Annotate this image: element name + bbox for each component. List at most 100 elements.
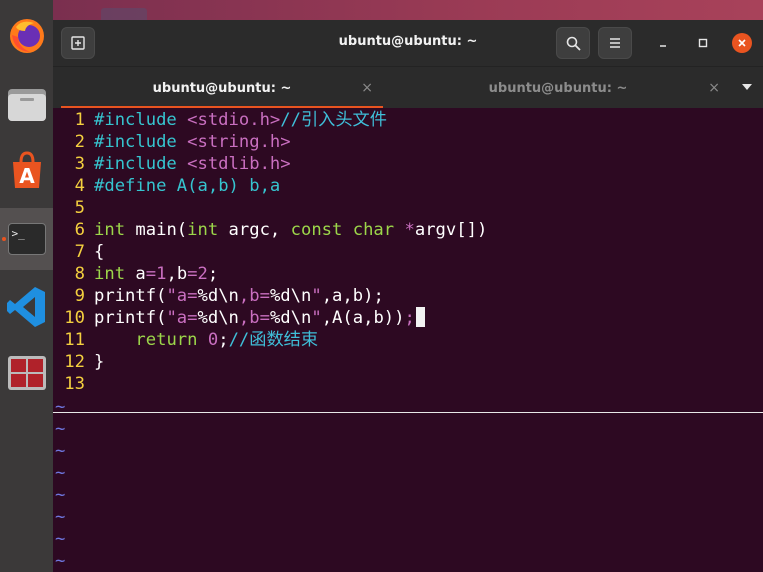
tab-label: ubuntu@ubuntu: ~ bbox=[152, 80, 292, 96]
files-icon bbox=[7, 89, 46, 121]
line-number: 10 bbox=[64, 308, 85, 328]
cursorline-underline bbox=[53, 412, 763, 413]
code-text: ; bbox=[218, 330, 229, 350]
svg-text:A: A bbox=[19, 164, 35, 188]
code-header: <stdio.h> bbox=[187, 110, 281, 130]
dock: A >_ bbox=[0, 0, 53, 572]
code-keyword: int bbox=[94, 264, 126, 284]
firefox-icon bbox=[9, 19, 44, 53]
close-icon bbox=[738, 39, 746, 47]
software-icon: A bbox=[12, 151, 41, 188]
terminal-content[interactable]: 1 #include <stdio.h>//引入头文件 2 #include <st… bbox=[53, 108, 763, 572]
code-header: <stdlib.h> bbox=[187, 154, 291, 174]
empty-line-marker: ~ bbox=[55, 529, 66, 549]
search-button[interactable] bbox=[556, 27, 590, 59]
line-number: 8 bbox=[74, 264, 85, 284]
code-format: %d bbox=[197, 286, 219, 306]
close-window-button[interactable] bbox=[732, 33, 752, 53]
line-number: 11 bbox=[64, 330, 85, 350]
code-text: } bbox=[94, 352, 105, 372]
code-escape: \n bbox=[218, 286, 239, 306]
line-number: 2 bbox=[74, 132, 85, 152]
code-string: "a= bbox=[166, 308, 198, 328]
empty-line-marker: ~ bbox=[55, 441, 66, 461]
code-directive: #include bbox=[94, 154, 188, 174]
dock-item-software[interactable]: A bbox=[0, 146, 53, 194]
code-text: main( bbox=[125, 220, 188, 240]
code-line-current: 10 printf("a=%d\n,b=%d\n",A(a,b)); bbox=[53, 307, 425, 329]
code-format: %d bbox=[197, 308, 219, 328]
desktop-wallpaper bbox=[53, 0, 763, 22]
empty-line-marker: ~ bbox=[55, 419, 66, 439]
code-line: 13 bbox=[53, 373, 85, 395]
code-line: 9 printf("a=%d\n,b=%d\n",a,b); bbox=[53, 285, 384, 307]
tab-close-button[interactable]: × bbox=[361, 80, 373, 96]
tab-list-dropdown[interactable] bbox=[739, 79, 755, 95]
empty-line-marker: ~ bbox=[55, 485, 66, 505]
code-escape: \n bbox=[290, 286, 312, 306]
code-line: 11 return 0;//函数结束 bbox=[53, 329, 318, 351]
code-operator: * bbox=[404, 220, 415, 240]
line-number: 12 bbox=[64, 352, 85, 372]
code-text: argv[]) bbox=[414, 220, 488, 240]
terminal-window: ubuntu@ubuntu: ~ ubuntu@ubuntu: ~ × ubun… bbox=[53, 20, 763, 572]
code-function: printf( bbox=[94, 308, 167, 328]
maximize-button[interactable] bbox=[693, 33, 713, 53]
dock-item-remote-desktop[interactable] bbox=[0, 350, 53, 396]
code-text: argc, bbox=[218, 220, 291, 240]
chevron-down-icon bbox=[742, 84, 752, 90]
dock-item-firefox[interactable] bbox=[0, 12, 53, 60]
tab-terminal-2[interactable]: ubuntu@ubuntu: ~ × bbox=[398, 67, 720, 109]
minimize-icon bbox=[660, 45, 666, 47]
remote-icon bbox=[7, 356, 46, 390]
code-keyword: int bbox=[187, 220, 219, 240]
code-semicolon: ; bbox=[404, 308, 415, 328]
dock-item-vscode[interactable] bbox=[0, 282, 53, 332]
dock-item-terminal[interactable]: >_ bbox=[0, 208, 53, 270]
code-operator: = bbox=[145, 264, 157, 284]
code-line: 2 #include <string.h> bbox=[53, 131, 291, 153]
code-text: ,a,b); bbox=[321, 286, 384, 306]
code-comment: //函数结束 bbox=[228, 330, 319, 350]
code-keyword: int bbox=[94, 220, 126, 240]
tab-bar: ubuntu@ubuntu: ~ × ubuntu@ubuntu: ~ × bbox=[53, 66, 763, 109]
code-line: 12} bbox=[53, 351, 104, 373]
hamburger-icon bbox=[610, 38, 620, 48]
line-number: 4 bbox=[74, 176, 85, 196]
code-line: 6 int main(int argc, const char *argv[]) bbox=[53, 219, 488, 241]
tab-label: ubuntu@ubuntu: ~ bbox=[488, 80, 628, 96]
code-text: { bbox=[94, 242, 105, 262]
code-text: ; bbox=[207, 264, 219, 284]
code-number: 2 bbox=[197, 264, 208, 284]
tab-terminal-1[interactable]: ubuntu@ubuntu: ~ × bbox=[61, 67, 383, 109]
dock-item-files[interactable] bbox=[0, 80, 53, 128]
code-string: ,b= bbox=[238, 286, 270, 306]
search-icon bbox=[566, 36, 581, 51]
code-header: <string.h> bbox=[187, 132, 291, 152]
line-number: 13 bbox=[64, 374, 85, 394]
running-indicator bbox=[2, 237, 6, 241]
line-number: 6 bbox=[74, 220, 85, 240]
code-comment: //引入头文件 bbox=[280, 110, 387, 130]
code-line: 5 bbox=[53, 197, 85, 219]
line-number: 7 bbox=[74, 242, 85, 262]
code-operator: = bbox=[187, 264, 198, 284]
text-cursor bbox=[415, 307, 425, 327]
code-line: 8 int a=1,b=2; bbox=[53, 263, 219, 285]
code-line: 1 #include <stdio.h>//引入头文件 bbox=[53, 109, 387, 131]
minimize-button[interactable] bbox=[653, 33, 673, 53]
tab-close-button[interactable]: × bbox=[708, 80, 720, 96]
empty-line-marker: ~ bbox=[55, 463, 66, 483]
line-number: 3 bbox=[74, 154, 85, 174]
code-text: ,b bbox=[166, 264, 188, 284]
code-text: ,A(a,b)) bbox=[321, 308, 405, 328]
code-number: 0 bbox=[207, 330, 219, 350]
menu-button[interactable] bbox=[598, 27, 632, 59]
code-string: ,b= bbox=[238, 308, 270, 328]
empty-line-marker: ~ bbox=[55, 397, 66, 417]
line-number: 9 bbox=[74, 286, 85, 306]
